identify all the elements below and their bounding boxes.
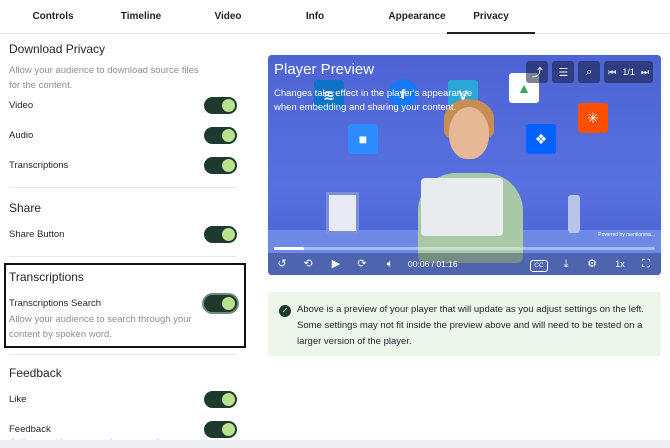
- feedback-title: Feedback: [9, 366, 62, 380]
- preview-notice-text: Above is a preview of your player that w…: [297, 304, 644, 347]
- tab-controls[interactable]: Controls: [8, 0, 98, 34]
- toggle-knob: [222, 393, 235, 406]
- picture-frame: [326, 192, 359, 234]
- feedback-label: Feedback: [9, 424, 51, 435]
- player-title: Player Preview: [274, 61, 375, 78]
- share-button-toggle[interactable]: [204, 226, 237, 243]
- transcriptions-download-label: Transcriptions: [9, 160, 69, 171]
- transcriptions-title: Transcriptions: [9, 270, 84, 284]
- toggle-knob: [222, 297, 235, 310]
- progress-fill: [274, 247, 305, 250]
- laptop: [421, 178, 503, 236]
- fullscreen-icon[interactable]: ⛶: [638, 255, 654, 273]
- toggle-knob: [222, 423, 235, 436]
- section-divider: [9, 187, 236, 188]
- section-divider: [9, 256, 236, 257]
- toggle-knob: [222, 228, 235, 241]
- closed-captions-icon[interactable]: CC: [530, 255, 548, 273]
- search-icon[interactable]: ⌕: [578, 61, 601, 83]
- skip-back-icon[interactable]: ⏮: [608, 67, 616, 78]
- share-title: Share: [9, 201, 42, 215]
- download-icon[interactable]: ⤓: [558, 255, 574, 273]
- audio-download-label: Audio: [9, 130, 34, 141]
- video-download-label: Video: [9, 100, 34, 111]
- transcriptions-search-label: Transcriptions Search: [9, 298, 102, 309]
- download-privacy-description: Allow your audience to download source f…: [9, 65, 199, 91]
- tab-info[interactable]: Info: [270, 0, 360, 34]
- zoom-logo-icon: ■: [348, 124, 378, 154]
- dropbox-logo-icon: ❖: [526, 124, 556, 154]
- replay-icon[interactable]: ↺: [274, 255, 290, 273]
- toggle-knob: [222, 129, 235, 142]
- preview-notice: ✓ Above is a preview of your player that…: [268, 292, 661, 356]
- forward-5-icon[interactable]: ⟳: [354, 255, 370, 273]
- like-toggle[interactable]: [204, 391, 237, 408]
- transcriptions-search-description: Allow your audience to search through yo…: [9, 314, 192, 340]
- rewind-5-icon[interactable]: ⟲: [300, 255, 316, 273]
- toggle-knob: [222, 99, 235, 112]
- zapier-logo-icon: ✳: [578, 103, 608, 133]
- bottle: [568, 195, 580, 233]
- progress-bar[interactable]: [274, 247, 655, 250]
- settings-tabs: Controls Timeline Video Info Appearance …: [0, 0, 670, 34]
- chapter-navigation: ⏮ 1/1 ⏭: [604, 61, 653, 83]
- transcriptions-search-toggle[interactable]: [204, 295, 237, 312]
- audio-download-toggle[interactable]: [204, 127, 237, 144]
- player-top-controls: ⤴ ☰ ⌕ ⏮ 1/1 ⏭: [526, 61, 653, 83]
- timecode: 00:06 / 01:16: [408, 259, 458, 269]
- toggle-knob: [222, 159, 235, 172]
- volume-icon[interactable]: 🔈︎: [382, 255, 398, 273]
- playback-speed-button[interactable]: 1x: [612, 255, 628, 273]
- video-download-toggle[interactable]: [204, 97, 237, 114]
- tab-privacy[interactable]: Privacy: [447, 0, 535, 34]
- tab-timeline[interactable]: Timeline: [96, 0, 186, 34]
- transcriptions-download-toggle[interactable]: [204, 157, 237, 174]
- settings-icon[interactable]: ⚙: [584, 255, 600, 273]
- share-icon[interactable]: ⤴: [526, 61, 549, 83]
- page-indicator: 1/1: [622, 67, 635, 77]
- powered-by-label: Powered by mentionma...: [598, 232, 655, 238]
- player-bottom-controls: ↺ ⟲ ▶ ⟳ 🔈︎ 00:06 / 01:16 CC ⤓ ⚙ 1x ⛶: [268, 253, 661, 275]
- share-button-label: Share Button: [9, 229, 65, 240]
- tab-video[interactable]: Video: [183, 0, 273, 34]
- player-preview[interactable]: ≋ f V ▲ ■ ❖ ✳ Powered by mentionma... Pl…: [268, 55, 661, 275]
- play-icon[interactable]: ▶: [328, 255, 344, 273]
- list-icon[interactable]: ☰: [552, 61, 575, 83]
- player-description: Changes take effect in the player's appe…: [274, 88, 473, 113]
- like-label: Like: [9, 394, 27, 405]
- bottom-bar-strip: [0, 440, 670, 448]
- skip-forward-icon[interactable]: ⏭: [641, 67, 649, 78]
- section-divider: [9, 354, 236, 355]
- check-circle-icon: ✓: [279, 305, 291, 317]
- download-privacy-title: Download Privacy: [9, 42, 106, 56]
